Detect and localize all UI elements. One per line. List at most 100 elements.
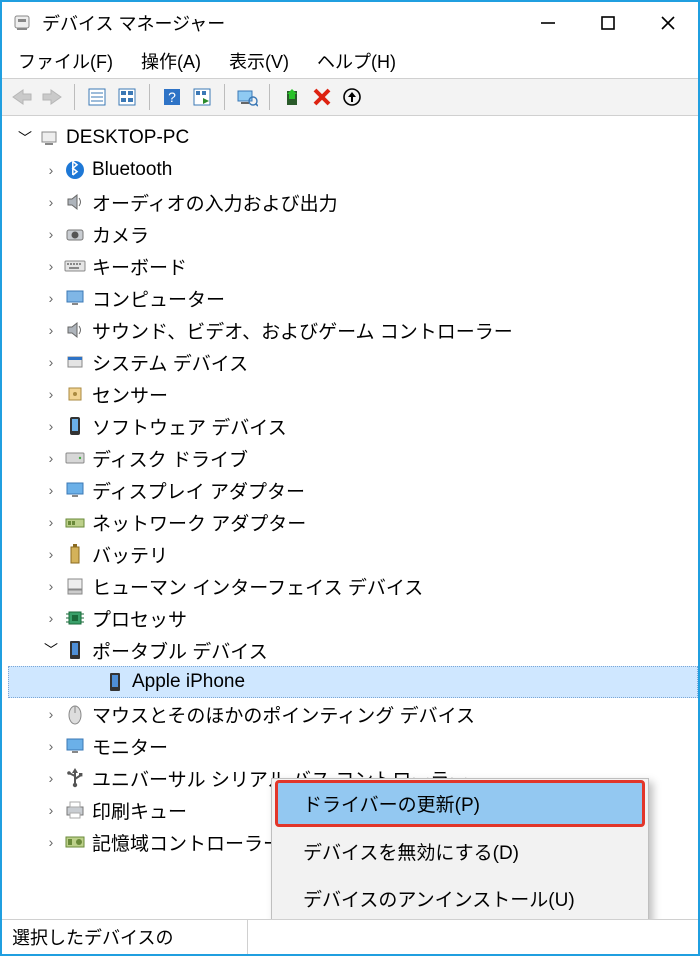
expand-toggle[interactable]: ›: [40, 162, 62, 178]
tree-item-sensors[interactable]: › センサー: [8, 378, 698, 410]
expand-toggle[interactable]: ›: [40, 450, 62, 466]
expand-toggle[interactable]: ﹀: [40, 640, 62, 660]
tree-item-bluetooth[interactable]: ›Bluetooth: [8, 154, 698, 186]
status-bar: 選択したデバイスの: [2, 919, 698, 954]
scan-hardware-icon[interactable]: [233, 83, 261, 111]
expand-toggle[interactable]: ›: [40, 418, 62, 434]
expand-toggle[interactable]: ›: [40, 514, 62, 530]
speaker-icon: [64, 191, 86, 213]
expand-toggle[interactable]: ›: [40, 482, 62, 498]
help-icon[interactable]: ?: [158, 83, 186, 111]
expand-toggle[interactable]: ›: [40, 322, 62, 338]
usb-icon: [64, 767, 86, 789]
tree-root[interactable]: ﹀ DESKTOP-PC: [8, 122, 698, 154]
phone-icon: [104, 671, 126, 693]
tree-item-network-adapters[interactable]: › ネットワーク アダプター: [8, 506, 698, 538]
tree-item-sound-video-game[interactable]: ›サウンド、ビデオ、およびゲーム コントローラー: [8, 314, 698, 346]
tree-item-mouse[interactable]: › マウスとそのほかのポインティング デバイス: [8, 698, 698, 730]
printer-icon: [64, 799, 86, 821]
disk-icon: [64, 447, 86, 469]
expand-toggle[interactable]: ›: [40, 354, 62, 370]
hid-icon: [64, 575, 86, 597]
toolbar: ?: [2, 78, 698, 116]
context-menu: ドライバーの更新(P) デバイスを無効にする(D) デバイスのアンインストール(…: [271, 778, 649, 919]
tree-item-hid[interactable]: ›ヒューマン インターフェイス デバイス: [8, 570, 698, 602]
tree-item-portable-devices[interactable]: ﹀ ポータブル デバイス: [8, 634, 698, 666]
system-icon: [64, 351, 86, 373]
tree-item-label: Apple iPhone: [132, 671, 245, 693]
storage-controller-icon: [64, 831, 86, 853]
tree-item-label: モニター: [92, 733, 168, 760]
menu-file[interactable]: ファイル(F): [16, 46, 115, 76]
toolbar-details-icon[interactable]: [83, 83, 111, 111]
monitor-icon: [64, 735, 86, 757]
tree-item-system-devices[interactable]: › システム デバイス: [8, 346, 698, 378]
speaker-icon: [64, 319, 86, 341]
computer-icon: [38, 127, 60, 149]
status-separator: [247, 920, 248, 954]
toolbar-list-icon[interactable]: [113, 83, 141, 111]
tree-item-computer[interactable]: › コンピューター: [8, 282, 698, 314]
menu-view[interactable]: 表示(V): [227, 46, 291, 76]
tree-item-label: システム デバイス: [92, 349, 248, 376]
ctx-update-driver[interactable]: ドライバーの更新(P): [275, 780, 645, 827]
expand-toggle[interactable]: ›: [40, 610, 62, 626]
maximize-button[interactable]: [578, 2, 638, 44]
bluetooth-icon: [64, 159, 86, 181]
device-manager-window: デバイス マネージャー ファイル(F) 操作(A) 表示(V) ヘルプ(H) ?…: [0, 0, 700, 956]
expand-toggle[interactable]: ›: [40, 194, 62, 210]
tree-item-label: 印刷キュー: [92, 797, 187, 824]
tree-item-label: マウスとそのほかのポインティング デバイス: [92, 701, 475, 728]
expand-toggle[interactable]: ›: [40, 834, 62, 850]
expand-toggle[interactable]: ›: [40, 386, 62, 402]
tree-item-disk-drives[interactable]: ›ディスク ドライブ: [8, 442, 698, 474]
toolbar-grid-run-icon[interactable]: [188, 83, 216, 111]
expand-toggle[interactable]: ›: [40, 770, 62, 786]
tree-item-monitors[interactable]: › モニター: [8, 730, 698, 762]
sensor-icon: [64, 383, 86, 405]
uninstall-icon[interactable]: [308, 83, 336, 111]
tree-item-label: ディスプレイ アダプター: [92, 477, 305, 504]
tree-item-label: コンピューター: [92, 285, 225, 312]
tree-item-audio-io[interactable]: ›オーディオの入力および出力: [8, 186, 698, 218]
tree-item-camera[interactable]: ›カメラ: [8, 218, 698, 250]
expand-toggle[interactable]: ›: [40, 226, 62, 242]
expand-toggle[interactable]: ›: [40, 802, 62, 818]
tree-item-keyboard[interactable]: ›キーボード: [8, 250, 698, 282]
expand-toggle[interactable]: ›: [40, 258, 62, 274]
title-bar: デバイス マネージャー: [2, 2, 698, 44]
tree-item-display-adapters[interactable]: › ディスプレイ アダプター: [8, 474, 698, 506]
tree-item-label: ソフトウェア デバイス: [92, 413, 287, 440]
disable-icon[interactable]: [338, 83, 366, 111]
toolbar-separator: [269, 84, 270, 110]
camera-icon: [64, 223, 86, 245]
menu-help[interactable]: ヘルプ(H): [315, 46, 398, 76]
expand-toggle[interactable]: ﹀: [14, 128, 36, 148]
tree-item-processors[interactable]: ›プロセッサ: [8, 602, 698, 634]
update-driver-icon[interactable]: [278, 83, 306, 111]
minimize-button[interactable]: [518, 2, 578, 44]
forward-button[interactable]: [38, 83, 66, 111]
tree-item-label: ポータブル デバイス: [92, 637, 268, 664]
toolbar-separator: [149, 84, 150, 110]
tree-root-label: DESKTOP-PC: [66, 127, 189, 149]
device-tree[interactable]: ﹀ DESKTOP-PC ›Bluetooth ›オーディオの入力および出力 ›…: [2, 116, 698, 919]
tree-item-label: センサー: [92, 381, 168, 408]
ctx-disable-device[interactable]: デバイスを無効にする(D): [275, 828, 645, 875]
tree-item-batteries[interactable]: ›バッテリ: [8, 538, 698, 570]
expand-toggle[interactable]: ›: [40, 706, 62, 722]
expand-toggle[interactable]: ›: [40, 738, 62, 754]
mouse-icon: [64, 703, 86, 725]
network-icon: [64, 511, 86, 533]
expand-toggle[interactable]: ›: [40, 290, 62, 306]
expand-toggle[interactable]: ›: [40, 546, 62, 562]
tree-item-apple-iphone[interactable]: Apple iPhone: [8, 666, 698, 698]
menu-bar: ファイル(F) 操作(A) 表示(V) ヘルプ(H): [2, 44, 698, 78]
expand-toggle[interactable]: ›: [40, 578, 62, 594]
menu-action[interactable]: 操作(A): [139, 46, 203, 76]
tree-item-label: ネットワーク アダプター: [92, 509, 306, 536]
ctx-uninstall-device[interactable]: デバイスのアンインストール(U): [275, 875, 645, 919]
tree-item-software-devices[interactable]: › ソフトウェア デバイス: [8, 410, 698, 442]
back-button[interactable]: [8, 83, 36, 111]
close-button[interactable]: [638, 2, 698, 44]
